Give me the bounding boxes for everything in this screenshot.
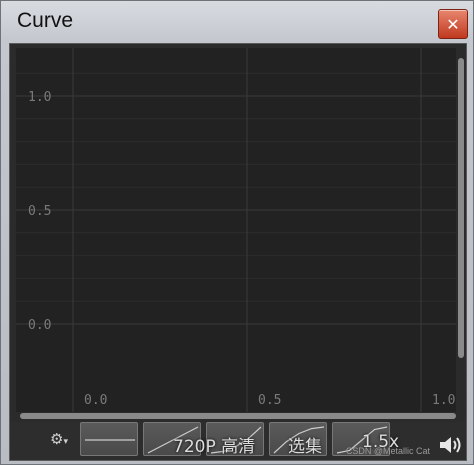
preset-ease-in-out-button[interactable] xyxy=(332,422,390,456)
preset-ease-in-icon xyxy=(210,426,262,454)
x-tick-label: 1.0 xyxy=(432,393,455,408)
preset-toolbar: ⚙▾ xyxy=(10,422,466,460)
close-icon: ✕ xyxy=(446,14,460,34)
y-tick-label: 1.0 xyxy=(28,90,51,105)
preset-ease-out-button[interactable] xyxy=(269,422,327,456)
horizontal-scrollbar[interactable] xyxy=(20,412,456,420)
y-tick-label: 0.5 xyxy=(28,204,51,219)
preset-curve xyxy=(336,426,388,454)
x-tick-label: 0.5 xyxy=(258,393,281,408)
preset-flat-button[interactable] xyxy=(80,422,138,456)
preset-curve xyxy=(147,426,199,454)
preset-curve xyxy=(210,426,262,454)
window-title: Curve xyxy=(17,9,74,32)
curve-chart[interactable]: 1.0 0.5 0.0 0.0 0.5 1.0 xyxy=(16,48,456,412)
close-button[interactable]: ✕ xyxy=(438,9,468,39)
vertical-scroll-thumb[interactable] xyxy=(458,58,464,358)
curve-editor: 1.0 0.5 0.0 0.0 0.5 1.0 ⚙▾ xyxy=(9,43,467,461)
x-tick-label: 0.0 xyxy=(84,393,107,408)
preset-ease-in-out-icon xyxy=(336,426,388,454)
horizontal-scroll-thumb[interactable] xyxy=(20,413,456,419)
preset-linear-button[interactable] xyxy=(143,422,201,456)
curve-window: Curve ✕ 1.0 0.5 0.0 0.0 0.5 1.0 ⚙▾ xyxy=(0,0,474,465)
y-tick-label: 0.0 xyxy=(28,318,51,333)
preset-flat-icon xyxy=(85,439,135,441)
curve-plot-area[interactable]: 1.0 0.5 0.0 0.0 0.5 1.0 xyxy=(16,48,456,412)
gear-icon[interactable]: ⚙▾ xyxy=(50,430,72,448)
preset-linear-icon xyxy=(147,426,199,454)
title-bar[interactable]: Curve ✕ xyxy=(1,1,473,41)
preset-ease-in-button[interactable] xyxy=(206,422,264,456)
preset-ease-out-icon xyxy=(273,426,325,454)
vertical-scrollbar[interactable] xyxy=(457,48,465,412)
preset-curve xyxy=(273,426,325,454)
